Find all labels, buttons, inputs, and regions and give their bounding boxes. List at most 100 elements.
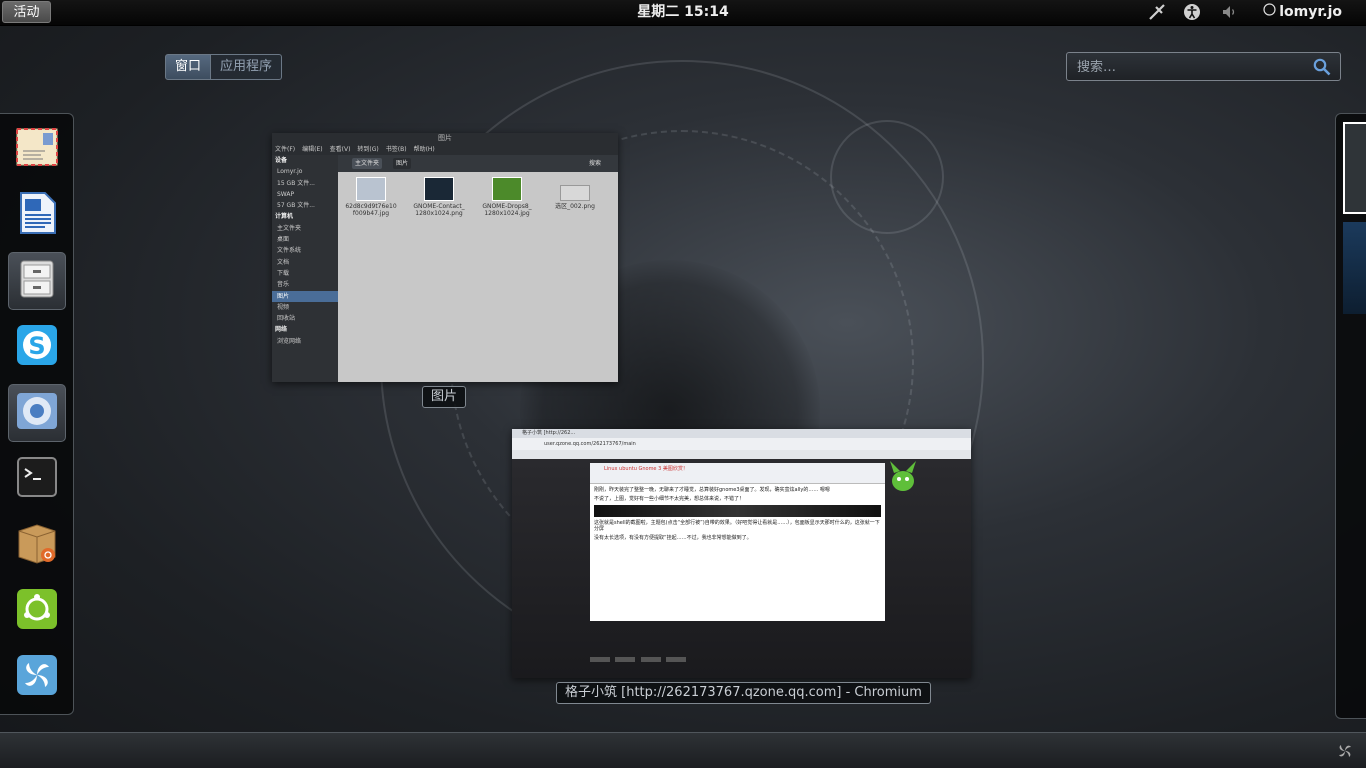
window-caption-files[interactable]: 图片 (422, 386, 467, 408)
file-name-line: GNOME-Drops8_ (482, 203, 532, 210)
sidebar-item-device: 15 GB 文件... (277, 179, 315, 187)
window-thumbnail-chromium[interactable]: 格子小筑 [http://262... user.qzone.qq.com/26… (512, 429, 971, 678)
files-pathbar: 主文件夹 图片 搜索 (338, 155, 618, 172)
window-thumbnail-files[interactable]: 图片 文件(F) 编辑(E) 查看(V) 转到(G) 书签(B) 帮助(H) 设… (272, 133, 618, 382)
file-name-line: f009b47.jpg (352, 210, 390, 217)
dash-ubuntu-one[interactable] (8, 582, 66, 640)
tab-windows[interactable]: 窗口 (165, 54, 212, 80)
skype-icon: S (15, 323, 59, 371)
dash-shotwell[interactable] (8, 648, 66, 706)
document-icon (15, 191, 59, 239)
sidebar-item-place: 下载 (277, 269, 290, 277)
dash-package-installer[interactable] (8, 516, 66, 574)
dash-writer[interactable] (8, 186, 66, 244)
sidebar-item-place: 音乐 (277, 281, 290, 289)
file-item: GNOME-Contact_ 1280x1024.png (406, 177, 472, 217)
sidebar-item-place: 回收站 (277, 315, 296, 323)
save-draft-button (615, 657, 636, 662)
dash-chromium[interactable] (8, 384, 66, 442)
volume-icon[interactable] (1219, 2, 1241, 22)
view-selector: 窗口 应用程序 (165, 54, 283, 80)
file-name-line: GNOME-Contact_ (413, 203, 465, 210)
post-text-line: 没有太长选项，有没有方便提取“挂起……不过，我也非常想能做到了。 (594, 535, 752, 541)
file-name-line: 62d8c9d9t76e10 (345, 203, 397, 210)
dash-files[interactable] (8, 252, 66, 310)
sidebar-header-computer: 计算机 (275, 213, 294, 221)
mascot-image (888, 459, 918, 495)
dash-mail[interactable] (8, 120, 66, 178)
files-search-label: 搜索 (589, 160, 602, 167)
message-tray (0, 732, 1366, 768)
sidebar-header-devices: 设备 (275, 157, 288, 164)
browser-tab: 格子小筑 [http://262... (512, 429, 971, 438)
cancel-button (665, 657, 686, 662)
search-input[interactable] (1075, 56, 1309, 79)
wallpaper-ring-small (830, 120, 944, 234)
search-icon[interactable] (1313, 58, 1331, 80)
network-icon[interactable] (1146, 2, 1168, 22)
sidebar-item-place-selected: 图片 (272, 290, 338, 302)
sidebar-item-device: SWAP (277, 190, 295, 198)
browser-bookmarks-bar (512, 450, 971, 459)
search-box (1066, 52, 1341, 81)
post-text-line: 这张就是shell的截图啦，主题包(点击“全部行被”)自带的效果。（好吧觉得让看… (594, 520, 880, 532)
sidebar-item-place: 文件系统 (277, 247, 302, 255)
window-caption-chromium[interactable]: 格子小筑 [http://262173767.qzone.qq.com] - C… (556, 682, 931, 704)
chromium-icon (15, 389, 59, 437)
sidebar-header-network: 网络 (275, 326, 288, 334)
files-menubar: 文件(F) 编辑(E) 查看(V) 转到(G) 书签(B) 帮助(H) (272, 144, 618, 155)
sidebar-item-device: 57 GB 文件... (277, 202, 315, 210)
browser-page: Linux ubuntu Gnome 3 美图欣赏！ 刚刚，昨天装完了整整一晚，… (512, 459, 971, 678)
sidebar-item-place: 视频 (277, 303, 290, 311)
terminal-icon (15, 455, 59, 503)
blog-editor: Linux ubuntu Gnome 3 美图欣赏！ 刚刚，昨天装完了整整一晚，… (590, 463, 885, 621)
dash: S (0, 113, 74, 715)
ubuntu-icon (15, 587, 59, 635)
envelope-icon (15, 125, 59, 173)
user-menu[interactable]: lomyr.jo (1263, 0, 1342, 25)
workspace-thumbnail-1[interactable] (1343, 122, 1366, 214)
tray-app-icon[interactable] (1336, 742, 1354, 764)
post-text-line: 不说了，上图，觉好有一些小细节不太完美，想总体来说，不错了！ (594, 496, 745, 502)
post-image (594, 505, 881, 517)
top-panel: 星期二 15:14 活动 lomyr.jo (0, 0, 1366, 26)
files-menu-item: 转到(G) (357, 146, 379, 153)
package-icon (15, 521, 59, 569)
dash-terminal[interactable] (8, 450, 66, 508)
files-window-title: 图片 (272, 133, 618, 144)
svg-text:S: S (28, 332, 45, 360)
file-thumbnail (356, 177, 386, 201)
sidebar-item-place: 主文件夹 (277, 224, 302, 232)
file-name-line: 1280x1024.png (415, 210, 463, 217)
file-thumbnail (492, 177, 522, 201)
post-title: Linux ubuntu Gnome 3 美图欣赏！ (604, 466, 688, 472)
files-menu-item: 帮助(H) (413, 146, 435, 153)
file-thumbnail (560, 185, 590, 201)
breadcrumb-current: 图片 (393, 158, 412, 169)
publish-button (590, 657, 610, 662)
workspace-thumbnail-2[interactable] (1343, 222, 1366, 314)
files-content: 62d8c9d9t76e10 f009b47.jpg GNOME-Contact… (338, 172, 618, 382)
file-item: GNOME-Drops8_ 1280x1024.jpg (474, 177, 540, 217)
user-name: lomyr.jo (1279, 4, 1342, 20)
accessibility-icon[interactable] (1181, 2, 1203, 22)
breadcrumb-home: 主文件夹 (352, 158, 383, 169)
sidebar-item-network: 浏览网络 (277, 337, 302, 345)
activities-button[interactable]: 活动 (2, 1, 51, 23)
sidebar-item-place: 桌面 (277, 236, 290, 244)
dash-skype[interactable]: S (8, 318, 66, 376)
file-cabinet-icon (15, 257, 59, 305)
file-name-line: 1280x1024.jpg (484, 210, 530, 217)
editor-toolbar: Linux ubuntu Gnome 3 美图欣赏！ (590, 463, 885, 484)
preview-button (640, 657, 661, 662)
browser-url: user.qzone.qq.com/262173767/main (512, 438, 971, 450)
tab-applications[interactable]: 应用程序 (211, 54, 283, 80)
file-name-line: 选区_002.png (555, 203, 595, 210)
file-thumbnail (424, 177, 454, 201)
user-status-icon (1263, 0, 1276, 25)
files-menu-item: 编辑(E) (302, 146, 323, 153)
sidebar-item-device: Lomyr.jo (277, 168, 303, 176)
files-menu-item: 书签(B) (385, 146, 407, 153)
shotwell-icon (15, 653, 59, 701)
file-item: 62d8c9d9t76e10 f009b47.jpg (338, 177, 404, 217)
